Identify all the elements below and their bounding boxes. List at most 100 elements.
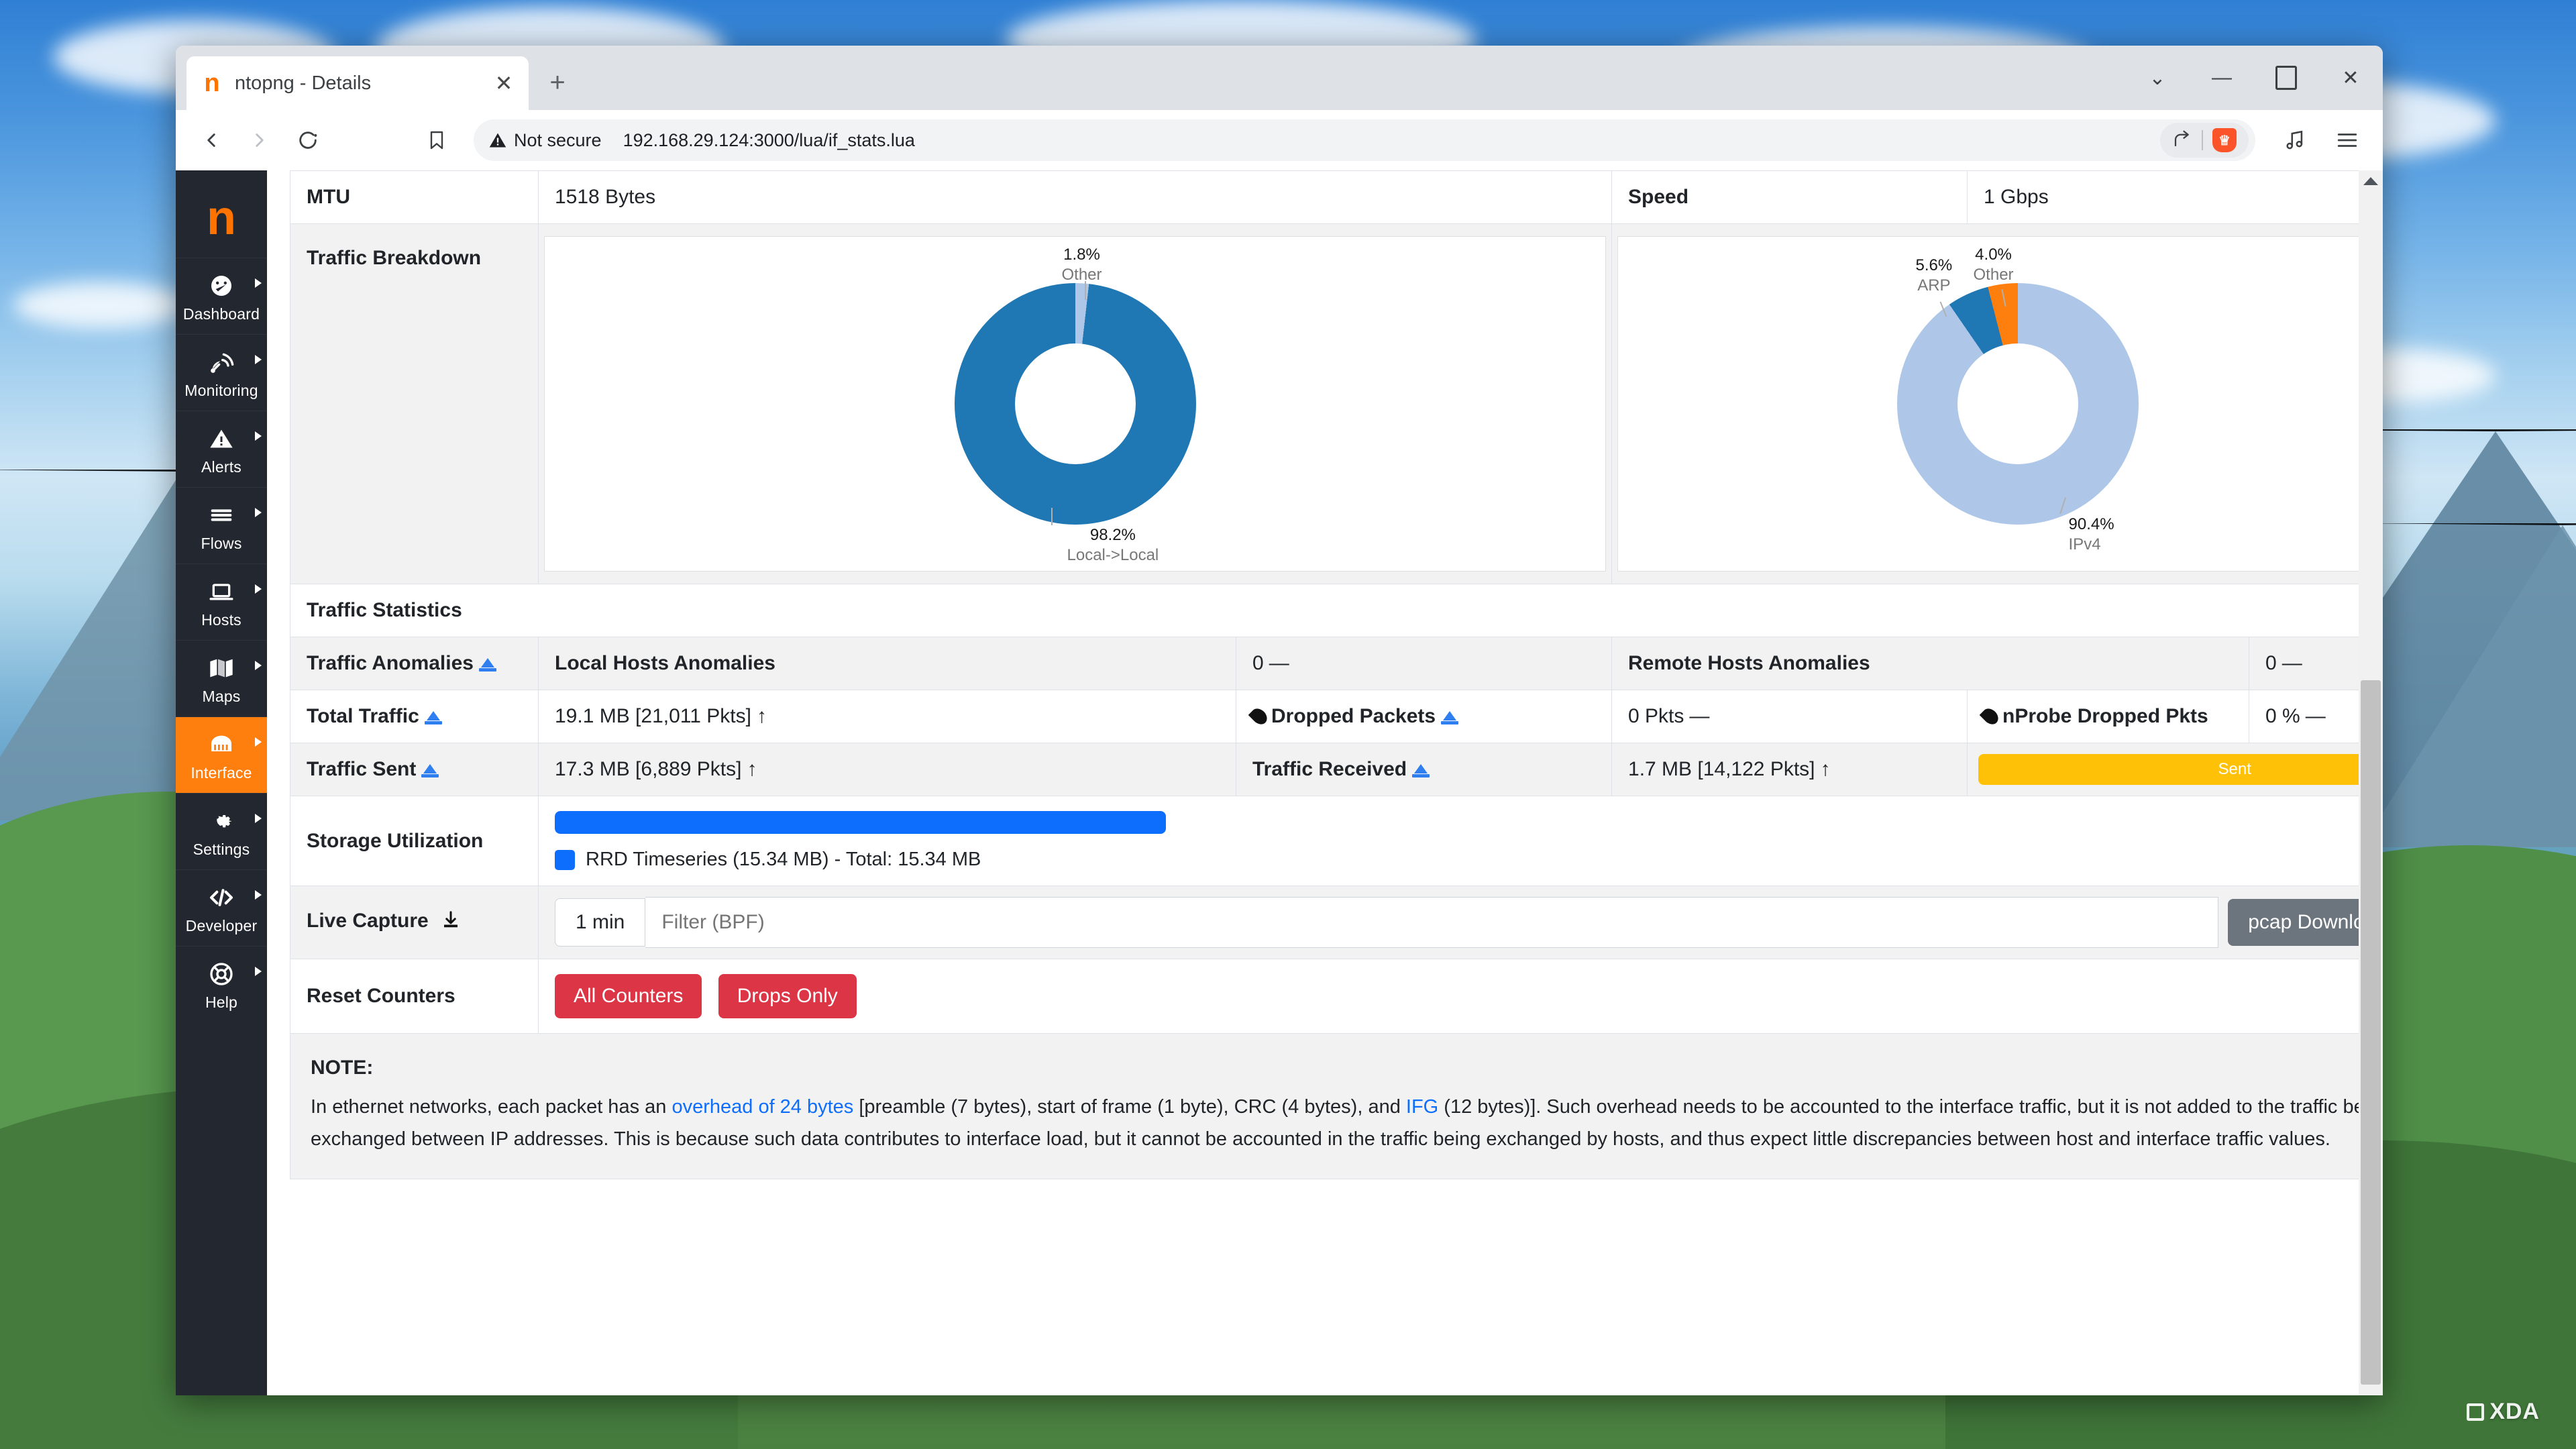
capture-duration-select[interactable]: 1 min [555,898,645,947]
bpf-filter-input[interactable] [645,897,2218,948]
page-scrollbar[interactable] [2359,170,2383,1395]
donut-chart-direction[interactable]: 1.8% Other 98.2% Local->Local [544,236,1606,572]
sidebar-item-interface[interactable]: Interface [176,716,267,793]
map-icon [208,653,235,684]
sidebar-item-flows[interactable]: Flows [176,487,267,564]
sidebar-item-developer[interactable]: Developer [176,869,267,946]
table-row: MTU 1518 Bytes Speed 1 Gbps [290,171,2383,224]
not-secure-indicator[interactable]: Not secure [488,130,602,151]
local-hosts-anomalies-label: Local Hosts Anomalies [539,637,1236,690]
page-viewport: n Dashboard Monitoring Alerts [176,170,2383,1395]
browser-window: n ntopng - Details ✕ + ⌄ — ✕ Not se [176,46,2383,1395]
lines-icon [208,500,235,531]
live-capture-label: Live Capture [290,886,539,959]
droplet-icon [1248,706,1271,728]
donut-chart-protocol[interactable]: 5.6% ARP 4.0% Other [1617,236,2383,572]
maximize-button[interactable] [2254,46,2318,110]
back-button[interactable] [191,119,232,161]
donut-slice-name: Local->Local [1067,545,1159,566]
donut-slice-label: 5.6% ARP [1916,256,1953,296]
brave-lion-icon[interactable]: ♕ [2212,128,2237,152]
window-controls: ⌄ — ✕ [2125,46,2383,110]
new-tab-button[interactable]: + [535,60,580,105]
minimize-button[interactable]: — [2190,46,2254,110]
traffic-breakdown-direction-chart-cell: 1.8% Other 98.2% Local->Local [539,224,1612,584]
sidebar-item-help[interactable]: Help [176,946,267,1022]
timeseries-chart-icon[interactable] [421,763,439,777]
toolbar-right-actions [2274,119,2368,161]
donut-slice-name: ARP [1916,276,1953,296]
code-icon [207,882,235,913]
table-row: Traffic Statistics [290,584,2383,637]
note-body: In ethernet networks, each packet has an… [311,1091,2383,1156]
ifg-link[interactable]: IFG [1406,1096,1438,1118]
sidebar-item-alerts[interactable]: Alerts [176,411,267,487]
timeseries-chart-icon[interactable] [425,710,442,724]
warning-triangle-icon [488,131,507,150]
download-icon[interactable] [441,910,461,935]
traffic-sent-label: Traffic Sent [290,743,539,796]
timeseries-chart-icon[interactable] [1412,763,1430,777]
speedometer-icon [208,270,235,301]
sidebar-item-monitoring[interactable]: Monitoring [176,334,267,411]
sidebar-item-label: Hosts [201,611,241,629]
scrollbar-thumb[interactable] [2361,680,2381,1385]
table-row: Traffic Anomalies Local Hosts Anomalies … [290,637,2383,690]
reset-all-counters-button[interactable]: All Counters [555,974,702,1018]
hamburger-menu-icon[interactable] [2326,119,2368,161]
browser-tab[interactable]: n ntopng - Details ✕ [186,56,529,110]
note-part-1: In ethernet networks, each packet has an [311,1096,672,1118]
reload-button[interactable] [287,119,329,161]
total-traffic-value: 19.1 MB [21,011 Pkts]↑ [539,690,1236,743]
table-row: Live Capture 1 min pcap Download [290,886,2383,959]
timeseries-chart-icon[interactable] [479,657,496,672]
trend-up-icon: ↑ [1821,758,1831,780]
trend-flat-icon: — [2306,705,2326,727]
sent-segment: Sent [1978,754,2383,785]
ntopng-logo-icon[interactable]: n [176,178,267,258]
sidebar-item-label: Maps [202,688,240,706]
traffic-received-value: 1.7 MB [14,122 Pkts]↑ [1612,743,1968,796]
mtu-label: MTU [290,171,539,224]
security-label: Not secure [514,130,602,151]
address-bar-actions: ♕ [2160,123,2249,158]
trend-up-icon: ↑ [747,758,757,780]
sidebar-item-hosts[interactable]: Hosts [176,564,267,640]
note-title: NOTE: [311,1057,2383,1079]
sidebar-item-settings[interactable]: Settings [176,793,267,869]
sidebar-item-label: Interface [191,764,252,782]
traffic-received-label: Traffic Received [1236,743,1612,796]
tab-search-chevron-icon[interactable]: ⌄ [2125,46,2190,110]
trend-flat-icon: — [1689,705,1709,727]
browser-tab-strip: n ntopng - Details ✕ + ⌄ — ✕ [176,46,2383,110]
speed-value: 1 Gbps [1968,171,2383,224]
reset-counters-cell: All Counters Drops Only [539,959,2383,1034]
speed-label: Speed [1612,171,1968,224]
chevron-right-icon [255,890,262,900]
close-tab-icon[interactable]: ✕ [491,70,517,96]
donut-slice-percent: 5.6% [1916,256,1953,276]
forward-button[interactable] [239,119,280,161]
storage-utilization-label: Storage Utilization [290,796,539,886]
sidebar-item-maps[interactable]: Maps [176,640,267,716]
music-note-icon[interactable] [2274,119,2316,161]
share-icon[interactable] [2172,129,2192,152]
close-window-button[interactable]: ✕ [2318,46,2383,110]
app-sidebar: n Dashboard Monitoring Alerts [176,170,267,1395]
overhead-link[interactable]: overhead of 24 bytes [672,1096,853,1118]
bookmark-icon[interactable] [416,119,458,161]
interface-details-table: MTU 1518 Bytes Speed 1 Gbps Traffic Brea… [290,170,2383,1179]
scroll-up-arrow-icon[interactable] [2363,177,2378,185]
xda-watermark-text: XDA [2489,1399,2540,1425]
donut-chart-protocol-ring [1897,283,2139,525]
chevron-right-icon [255,737,262,747]
leader-line [1085,281,1086,300]
address-bar[interactable]: Not secure 192.168.29.124:3000/lua/if_st… [474,119,2255,161]
reset-drops-only-button[interactable]: Drops Only [718,974,857,1018]
sent-received-bar-cell: Sent Receiv [1968,743,2383,796]
sidebar-item-dashboard[interactable]: Dashboard [176,258,267,334]
timeseries-chart-icon[interactable] [1441,710,1458,724]
lifebuoy-icon [208,959,235,989]
legend-color-swatch [555,850,575,870]
donut-slice-percent: 1.8% [1062,245,1102,265]
